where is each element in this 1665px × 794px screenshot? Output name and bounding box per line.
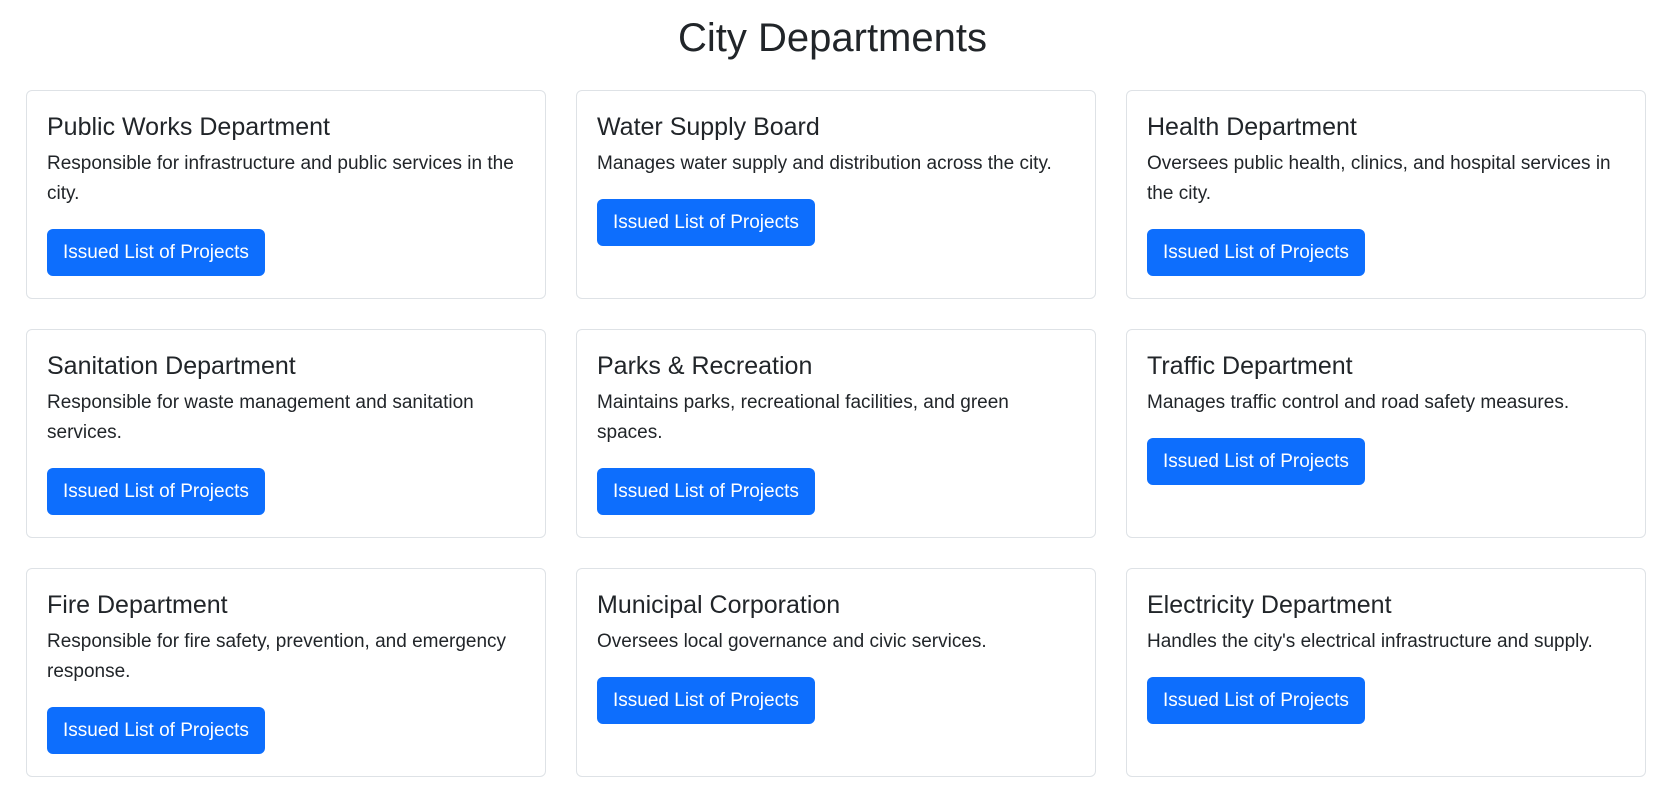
department-name: Water Supply Board [597, 113, 820, 141]
department-name: Public Works Department [47, 113, 330, 141]
department-card: Public Works Department Responsible for … [26, 90, 546, 299]
department-name: Municipal Corporation [597, 591, 841, 619]
department-description: Oversees local governance and civic serv… [597, 631, 987, 652]
department-card: Traffic Department Manages traffic contr… [1126, 329, 1646, 538]
department-grid: Public Works Department Responsible for … [26, 90, 1647, 777]
department-description: Manages water supply and distribution ac… [597, 153, 1052, 174]
issued-projects-button[interactable]: Issued List of Projects [597, 468, 815, 515]
issued-projects-button[interactable]: Issued List of Projects [597, 677, 815, 724]
issued-projects-button[interactable]: Issued List of Projects [47, 229, 265, 276]
issued-projects-button[interactable]: Issued List of Projects [1147, 438, 1365, 485]
department-name: Electricity Department [1147, 591, 1392, 619]
department-description: Maintains parks, recreational facilities… [597, 392, 1009, 443]
department-description: Manages traffic control and road safety … [1147, 392, 1570, 413]
issued-projects-button[interactable]: Issued List of Projects [47, 468, 265, 515]
department-description: Responsible for infrastructure and publi… [47, 153, 514, 204]
page-title: City Departments [678, 16, 987, 60]
issued-projects-button[interactable]: Issued List of Projects [597, 199, 815, 246]
department-name: Sanitation Department [47, 352, 296, 380]
department-name: Fire Department [47, 591, 228, 619]
department-description: Oversees public health, clinics, and hos… [1147, 153, 1611, 204]
department-description: Responsible for fire safety, prevention,… [47, 631, 507, 682]
department-card: Electricity Department Handles the city'… [1126, 568, 1646, 777]
department-card: Fire Department Responsible for fire saf… [26, 568, 546, 777]
issued-projects-button[interactable]: Issued List of Projects [47, 707, 265, 754]
issued-projects-button[interactable]: Issued List of Projects [1147, 229, 1365, 276]
department-name: Health Department [1147, 113, 1357, 141]
page: City Departments Public Works Department… [0, 0, 1665, 794]
department-description: Handles the city's electrical infrastruc… [1147, 631, 1593, 652]
department-card: Parks & Recreation Maintains parks, recr… [576, 329, 1096, 538]
department-name: Parks & Recreation [597, 352, 813, 380]
department-card: Health Department Oversees public health… [1126, 90, 1646, 299]
department-card: Water Supply Board Manages water supply … [576, 90, 1096, 299]
department-name: Traffic Department [1147, 352, 1353, 380]
department-card: Sanitation Department Responsible for wa… [26, 329, 546, 538]
issued-projects-button[interactable]: Issued List of Projects [1147, 677, 1365, 724]
department-card: Municipal Corporation Oversees local gov… [576, 568, 1096, 777]
department-description: Responsible for waste management and san… [47, 392, 474, 443]
